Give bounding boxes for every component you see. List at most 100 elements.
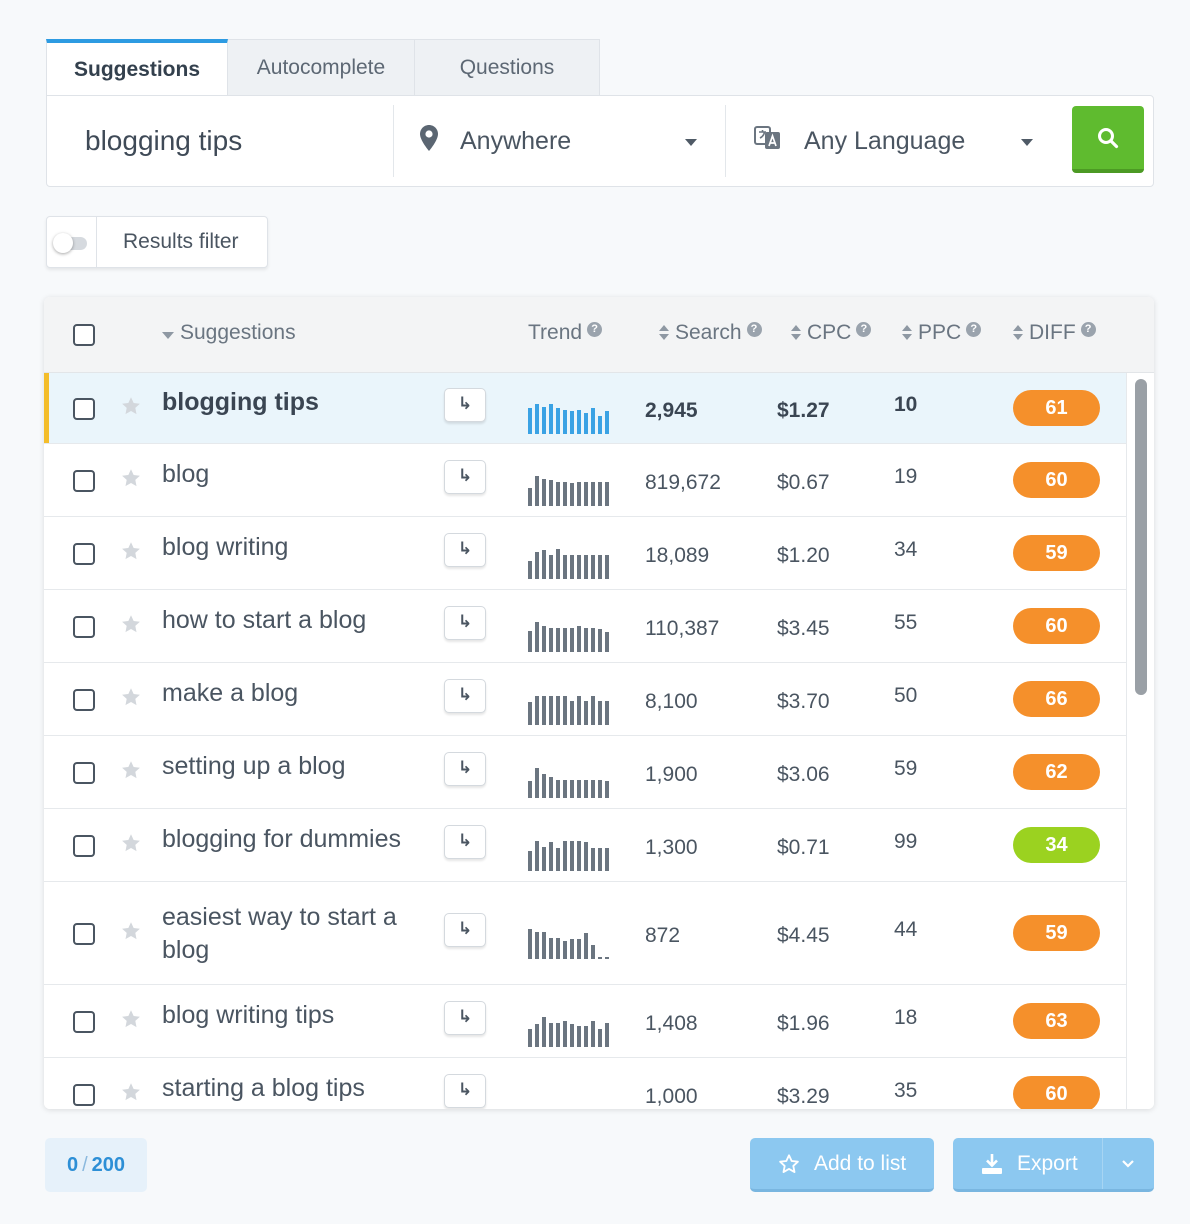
- table-row[interactable]: starting a blog tips ↳ 1,000 $3.29 35 60: [44, 1058, 1126, 1109]
- help-icon[interactable]: ?: [966, 321, 982, 337]
- language-select[interactable]: Any Language: [726, 105, 1071, 177]
- header-ppc[interactable]: PPC ?: [902, 321, 982, 345]
- star-outline-icon: [779, 1153, 799, 1173]
- export-button[interactable]: Export: [953, 1138, 1103, 1189]
- trend-bar: [556, 481, 560, 506]
- row-keyword[interactable]: blogging for dummies: [162, 823, 401, 856]
- star-icon[interactable]: [120, 920, 142, 942]
- use-as-seed-button[interactable]: ↳: [444, 605, 486, 640]
- use-as-seed-button[interactable]: ↳: [444, 824, 486, 859]
- trend-bar: [577, 938, 581, 959]
- keyword-input[interactable]: [47, 105, 393, 177]
- row-keyword[interactable]: blog writing: [162, 531, 288, 564]
- row-checkbox[interactable]: [73, 922, 95, 945]
- table-row[interactable]: how to start a blog ↳ 110,387 $3.45 55 60: [44, 590, 1126, 663]
- trend-bar: [563, 1020, 567, 1047]
- trend-bar: [563, 627, 567, 652]
- row-checkbox[interactable]: [73, 688, 95, 711]
- row-ppc: 55: [894, 610, 918, 634]
- row-checkbox[interactable]: [73, 542, 95, 565]
- trend-bar: [542, 478, 546, 506]
- row-keyword[interactable]: easiest way to start a blog: [162, 901, 412, 967]
- table-row[interactable]: easiest way to start a blog ↳ 872 $4.45 44 59: [44, 882, 1126, 985]
- use-as-seed-button[interactable]: ↳: [444, 459, 486, 494]
- use-as-seed-button[interactable]: ↳: [444, 678, 486, 713]
- star-icon[interactable]: [120, 1008, 142, 1030]
- row-search-volume: 8,100: [645, 689, 698, 713]
- row-checkbox[interactable]: [73, 761, 95, 784]
- difficulty-badge: 60: [1013, 1075, 1100, 1109]
- trend-bar: [563, 840, 567, 871]
- trend-bar: [528, 487, 532, 506]
- row-keyword[interactable]: blog: [162, 458, 209, 491]
- use-as-seed-button[interactable]: ↳: [444, 751, 486, 786]
- row-keyword[interactable]: starting a blog tips: [162, 1072, 365, 1105]
- location-pin-icon: [420, 124, 438, 158]
- star-icon[interactable]: [120, 686, 142, 708]
- row-keyword[interactable]: blog writing tips: [162, 999, 334, 1032]
- use-as-seed-button[interactable]: ↳: [444, 1073, 486, 1108]
- trend-bar: [591, 554, 595, 579]
- trend-bar: [584, 554, 588, 579]
- trend-bar: [584, 412, 588, 434]
- help-icon[interactable]: ?: [746, 321, 762, 337]
- use-as-seed-button[interactable]: ↳: [444, 912, 486, 947]
- row-keyword[interactable]: setting up a blog: [162, 750, 345, 783]
- export-dropdown-button[interactable]: [1103, 1159, 1153, 1168]
- select-all-checkbox[interactable]: [73, 324, 95, 346]
- scrollbar-thumb[interactable]: [1135, 379, 1147, 695]
- table-row[interactable]: blogging tips ↳ 2,945 $1.27 10 61: [44, 373, 1126, 444]
- table-row[interactable]: blogging for dummies ↳ 1,300 $0.71 99 34: [44, 809, 1126, 882]
- trend-bar: [549, 403, 553, 434]
- star-icon[interactable]: [120, 1081, 142, 1103]
- star-icon[interactable]: [120, 759, 142, 781]
- tab-autocomplete[interactable]: Autocomplete: [228, 39, 415, 96]
- results-filter-toggle[interactable]: [47, 217, 97, 267]
- location-select[interactable]: Anywhere: [394, 105, 725, 177]
- star-icon[interactable]: [120, 832, 142, 854]
- row-checkbox[interactable]: [73, 834, 95, 857]
- row-keyword[interactable]: make a blog: [162, 677, 298, 710]
- trend-bar: [528, 928, 532, 959]
- add-to-list-button[interactable]: Add to list: [750, 1138, 934, 1192]
- row-checkbox[interactable]: [73, 397, 95, 420]
- header-diff[interactable]: DIFF ?: [1013, 321, 1096, 345]
- help-icon[interactable]: ?: [587, 321, 603, 337]
- row-checkbox[interactable]: [73, 1010, 95, 1033]
- tab-questions[interactable]: Questions: [415, 39, 600, 96]
- trend-bar: [591, 779, 595, 798]
- search-button[interactable]: [1072, 106, 1144, 173]
- star-icon[interactable]: [120, 395, 142, 417]
- row-search-volume: 872: [645, 923, 681, 947]
- star-icon[interactable]: [120, 613, 142, 635]
- table-row[interactable]: blog ↳ 819,672 $0.67 19 60: [44, 444, 1126, 517]
- star-icon[interactable]: [120, 540, 142, 562]
- row-checkbox[interactable]: [73, 1083, 95, 1106]
- trend-bar: [591, 944, 595, 959]
- row-checkbox[interactable]: [73, 469, 95, 492]
- use-as-seed-button[interactable]: ↳: [444, 532, 486, 567]
- row-ppc: 44: [894, 917, 918, 941]
- header-suggestions[interactable]: Suggestions: [162, 321, 296, 345]
- use-as-seed-button[interactable]: ↳: [444, 1000, 486, 1035]
- trend-bar: [577, 695, 581, 725]
- results-filter-label[interactable]: Results filter: [123, 230, 239, 254]
- table-row[interactable]: blog writing tips ↳ 1,408 $1.96 18 63: [44, 985, 1126, 1058]
- row-keyword[interactable]: blogging tips: [162, 386, 319, 419]
- scrollbar[interactable]: [1126, 373, 1154, 1109]
- table-row[interactable]: setting up a blog ↳ 1,900 $3.06 59 62: [44, 736, 1126, 809]
- header-search[interactable]: Search ?: [659, 321, 762, 345]
- tab-suggestions[interactable]: Suggestions: [46, 39, 228, 96]
- header-cpc[interactable]: CPC ?: [791, 321, 872, 345]
- star-icon[interactable]: [120, 467, 142, 489]
- export-button-group: Export: [953, 1138, 1154, 1192]
- trend-bar: [549, 937, 553, 959]
- help-icon[interactable]: ?: [856, 321, 872, 337]
- help-icon[interactable]: ?: [1080, 321, 1096, 337]
- table-header: Suggestions Trend ? Search ? CPC ? PPC ?…: [44, 297, 1154, 373]
- use-as-seed-button[interactable]: ↳: [444, 387, 486, 422]
- row-checkbox[interactable]: [73, 615, 95, 638]
- row-keyword[interactable]: how to start a blog: [162, 604, 366, 637]
- table-row[interactable]: make a blog ↳ 8,100 $3.70 50 66: [44, 663, 1126, 736]
- table-row[interactable]: blog writing ↳ 18,089 $1.20 34 59: [44, 517, 1126, 590]
